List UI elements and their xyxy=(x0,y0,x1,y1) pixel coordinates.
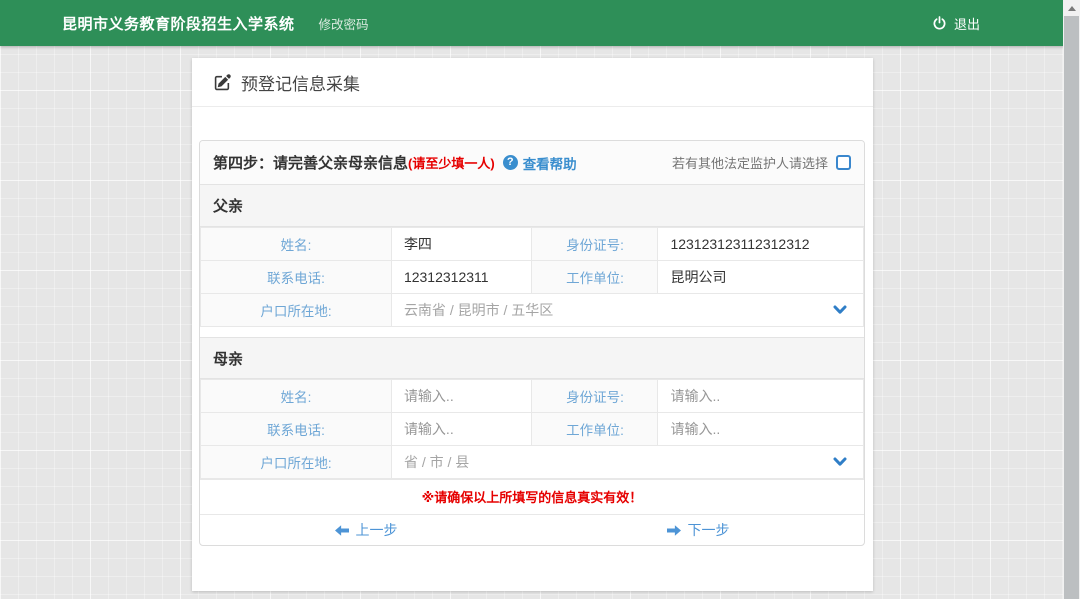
father-residence-select[interactable]: 云南省 / 昆明市 / 五华区 xyxy=(404,300,851,320)
arrow-left-icon xyxy=(335,525,349,536)
mother-work-input[interactable] xyxy=(670,421,851,437)
arrow-right-icon xyxy=(667,525,681,536)
father-residence-cell: 云南省 / 昆明市 / 五华区 xyxy=(391,294,863,327)
scrollbar-thumb[interactable] xyxy=(1064,16,1079,599)
power-icon xyxy=(932,16,947,31)
mother-id-label: 身份证号: xyxy=(532,380,658,413)
mother-residence-label: 户口所在地: xyxy=(201,446,392,479)
father-name-cell xyxy=(391,228,532,261)
vertical-scrollbar xyxy=(1063,0,1080,599)
mother-phone-label: 联系电话: xyxy=(201,413,392,446)
mother-section-header: 母亲 xyxy=(200,337,864,379)
edit-square-icon xyxy=(214,74,231,91)
mother-phone-input[interactable] xyxy=(404,421,520,437)
guardian-checkbox[interactable] xyxy=(836,155,851,170)
chevron-down-icon[interactable] xyxy=(833,457,847,467)
change-password-link[interactable]: 修改密码 xyxy=(319,14,369,33)
mother-name-label: 姓名: xyxy=(201,380,392,413)
mother-name-input[interactable] xyxy=(404,388,520,404)
table-row: 户口所在地: 云南省 / 昆明市 / 五华区 xyxy=(201,294,864,327)
mother-residence-cell: 省 / 市 / 县 xyxy=(391,446,863,479)
table-row: 姓名: 身份证号: xyxy=(201,380,864,413)
step-nav-right: 下一步 xyxy=(532,515,864,545)
step-nav: 上一步 下一步 xyxy=(200,514,864,545)
chevron-down-icon[interactable] xyxy=(833,305,847,315)
mother-residence-placeholder: 省 / 市 / 县 xyxy=(404,452,833,472)
section-gap xyxy=(200,327,864,337)
table-row: 姓名: 身份证号: xyxy=(201,228,864,261)
logout-label: 退出 xyxy=(954,14,980,33)
mother-name-cell xyxy=(391,380,532,413)
next-step-button[interactable]: 下一步 xyxy=(667,520,730,540)
table-row: 联系电话: 工作单位: xyxy=(201,261,864,294)
mother-id-cell xyxy=(658,380,864,413)
father-name-input[interactable] xyxy=(404,236,520,252)
father-work-label: 工作单位: xyxy=(532,261,658,294)
guardian-option: 若有其他法定监护人请选择 xyxy=(672,153,851,172)
page-title: 预登记信息采集 xyxy=(241,70,360,95)
question-circle-icon[interactable]: ? xyxy=(503,155,518,170)
main-card: 预登记信息采集 第四步：请完善父亲母亲信息 (请至少填一人) ? 查看帮助 若有… xyxy=(192,58,873,591)
prev-step-label: 上一步 xyxy=(356,520,398,540)
father-phone-cell xyxy=(391,261,532,294)
app-title: 昆明市义务教育阶段招生入学系统 xyxy=(62,13,295,34)
father-phone-input[interactable] xyxy=(404,269,520,285)
next-step-label: 下一步 xyxy=(688,520,730,540)
view-help-link[interactable]: 查看帮助 xyxy=(523,153,577,173)
table-row: 联系电话: 工作单位: xyxy=(201,413,864,446)
validity-warning: ※请确保以上所填写的信息真实有效！ xyxy=(200,479,864,514)
mother-residence-select[interactable]: 省 / 市 / 县 xyxy=(404,452,851,472)
mother-id-input[interactable] xyxy=(670,388,851,404)
mother-work-cell xyxy=(658,413,864,446)
mother-table: 姓名: 身份证号: 联系电话: 工作单位: xyxy=(200,379,864,479)
card-header: 预登记信息采集 xyxy=(192,58,873,107)
form-panel: 第四步：请完善父亲母亲信息 (请至少填一人) ? 查看帮助 若有其他法定监护人请… xyxy=(199,140,865,546)
mother-work-label: 工作单位: xyxy=(532,413,658,446)
step-header: 第四步：请完善父亲母亲信息 (请至少填一人) ? 查看帮助 若有其他法定监护人请… xyxy=(200,141,864,185)
father-residence-label: 户口所在地: xyxy=(201,294,392,327)
scroll-up-arrow-icon xyxy=(1068,6,1076,11)
father-work-cell xyxy=(658,261,864,294)
table-row: 户口所在地: 省 / 市 / 县 xyxy=(201,446,864,479)
father-section-header: 父亲 xyxy=(200,185,864,227)
father-id-input[interactable] xyxy=(670,236,851,252)
father-work-input[interactable] xyxy=(670,269,851,285)
father-id-cell xyxy=(658,228,864,261)
step-note: (请至少填一人) xyxy=(408,153,495,172)
guardian-note: 若有其他法定监护人请选择 xyxy=(672,153,828,172)
mother-phone-cell xyxy=(391,413,532,446)
step-nav-left: 上一步 xyxy=(200,515,532,545)
top-navbar: 昆明市义务教育阶段招生入学系统 修改密码 退出 xyxy=(0,0,1080,46)
father-table: 姓名: 身份证号: 联系电话: 工作单位: xyxy=(200,227,864,327)
father-name-label: 姓名: xyxy=(201,228,392,261)
father-phone-label: 联系电话: xyxy=(201,261,392,294)
father-residence-value: 云南省 / 昆明市 / 五华区 xyxy=(404,300,833,320)
logout-button[interactable]: 退出 xyxy=(932,14,980,33)
father-id-label: 身份证号: xyxy=(532,228,658,261)
step-title: 第四步：请完善父亲母亲信息 xyxy=(213,152,408,173)
prev-step-button[interactable]: 上一步 xyxy=(335,520,398,540)
scroll-up-button[interactable] xyxy=(1063,0,1080,16)
card-body: 第四步：请完善父亲母亲信息 (请至少填一人) ? 查看帮助 若有其他法定监护人请… xyxy=(192,107,873,546)
